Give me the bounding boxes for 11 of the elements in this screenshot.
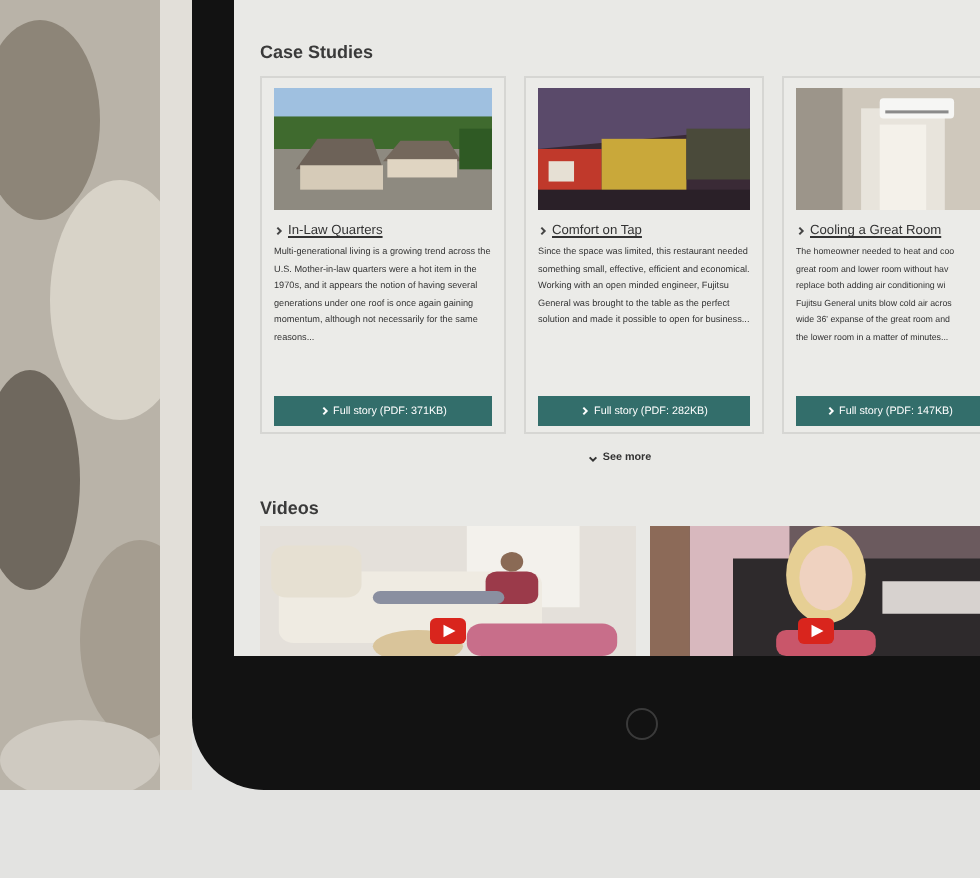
chevron-icon (825, 406, 836, 416)
play-button-icon[interactable] (430, 618, 466, 644)
chevron-down-icon (588, 453, 599, 463)
play-button-icon[interactable] (798, 618, 834, 644)
chevron-icon (538, 226, 548, 236)
section-heading: Videos (260, 496, 321, 520)
chevron-icon (796, 226, 806, 236)
section-heading: Case Studies (260, 40, 376, 64)
chevron-icon (274, 226, 284, 236)
chevron-icon (319, 406, 330, 416)
chevron-icon (580, 406, 591, 416)
